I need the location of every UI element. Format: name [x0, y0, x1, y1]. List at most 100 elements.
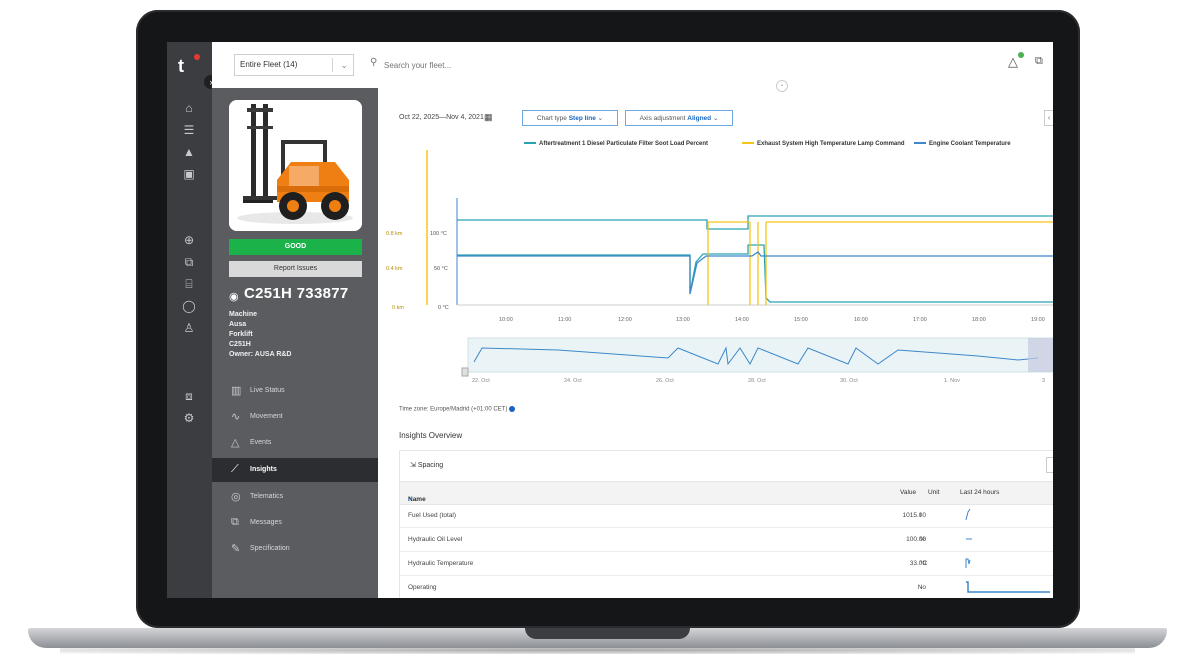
- battery-icon[interactable]: ⌸: [180, 276, 198, 292]
- fleet-select-value: Entire Fleet (14): [240, 60, 298, 69]
- spacing-toggle[interactable]: ⇲ Spacing: [410, 461, 443, 469]
- info-icon[interactable]: [509, 406, 516, 412]
- machine-meta-model: C251H: [229, 341, 251, 348]
- machine-title: C251H 733877: [244, 285, 349, 302]
- nav-item-live-status[interactable]: ▥ Live Status: [212, 379, 378, 403]
- status-badge: GOOD: [229, 239, 362, 255]
- report-issues-button[interactable]: Report Issues: [229, 261, 362, 277]
- list-icon[interactable]: ☰: [180, 122, 198, 138]
- axis-value: Aligned: [687, 115, 712, 122]
- timezone-label: Time zone: Europe/Madrid (+01:00 CET): [399, 406, 516, 413]
- chart-type-dropdown[interactable]: Chart type Step line ⌄: [522, 110, 618, 126]
- search-icon: ⚲: [370, 57, 378, 68]
- bar-chart-icon: ▥: [231, 385, 242, 397]
- nav-label: Insights: [250, 466, 277, 473]
- telemetry-chart[interactable]: 0.8 km 0.4 km 0 km 100 °C 50 °C 0 °C 10:…: [378, 150, 1053, 390]
- nav-item-events[interactable]: △ Events: [212, 431, 378, 455]
- row-name: Hydraulic Temperature: [408, 560, 474, 567]
- axis-adjustment-dropdown[interactable]: Axis adjustment Aligned ⌄: [625, 110, 733, 126]
- table-header: Name ˄ Value Unit Last 24 hours: [400, 481, 1053, 505]
- nav-label: Movement: [250, 413, 283, 420]
- x-tick: 13:00: [676, 317, 690, 323]
- chat-icon[interactable]: ⧉: [1035, 55, 1043, 68]
- x-tick: 11:00: [558, 317, 571, 323]
- card-options-button[interactable]: [1046, 457, 1053, 473]
- docs-icon[interactable]: ⧈: [180, 388, 198, 404]
- date-range[interactable]: Oct 22, 2025—Nov 4, 2021: [399, 114, 484, 121]
- search-input[interactable]: [384, 56, 644, 74]
- x-ticks: 10:00 11:00 12:00 13:00 14:00 15:00 16:0…: [499, 317, 1045, 323]
- legend-item-soot[interactable]: Aftertreatment 1 Diesel Particulate Filt…: [524, 141, 708, 147]
- chevron-down-icon: ⌄: [712, 115, 719, 122]
- alert-badge: [1018, 52, 1024, 58]
- navigator-range-handle[interactable]: [1028, 338, 1053, 372]
- y-left-tick: 0.4 km: [386, 266, 403, 272]
- forklift-image: [229, 100, 362, 231]
- legend-label: Exhaust System High Temperature Lamp Com…: [757, 141, 905, 147]
- nav-item-specification[interactable]: ✎ Specification: [212, 537, 378, 561]
- series-coolant-line[interactable]: [457, 251, 1053, 295]
- x-tick: 15:00: [794, 317, 808, 323]
- messages-icon: ⧉: [231, 516, 239, 528]
- nav-item-movement[interactable]: ∿ Movement: [212, 405, 378, 429]
- navigator-ticks: 22. Oct 24. Oct 26. Oct 28. Oct 30. Oct …: [472, 378, 1045, 384]
- line-chart-icon: ⟋: [231, 463, 239, 475]
- brand-logo-icon[interactable]: t: [178, 56, 184, 77]
- drag-handle-icon[interactable]: ⌄: [776, 80, 788, 92]
- row-name: Operating: [408, 584, 437, 591]
- table-row[interactable]: Fuel Used (total) 1015.00 l: [400, 503, 1053, 528]
- row-unit: -: [920, 584, 923, 591]
- chevron-down-icon[interactable]: ⌄: [340, 55, 348, 75]
- y-left-tick: 0.8 km: [386, 231, 403, 237]
- legend-swatch: [914, 142, 926, 145]
- row-name: Fuel Used (total): [408, 512, 457, 519]
- home-icon[interactable]: ⌂: [180, 100, 198, 116]
- axis-label: Axis adjustment: [639, 115, 686, 122]
- collapse-panel-button[interactable]: ‹: [1044, 110, 1053, 126]
- calendar-icon[interactable]: ▦: [484, 112, 493, 123]
- series-exhaust-line[interactable]: [707, 221, 1053, 305]
- table-row[interactable]: Hydraulic Oil Level 100.00 %: [400, 527, 1053, 552]
- nav-item-telematics[interactable]: ◎ Telematics: [212, 485, 378, 509]
- navigator-left-scroll[interactable]: [461, 367, 469, 377]
- table-row[interactable]: Operating No -: [400, 575, 1053, 598]
- alert-icon[interactable]: △: [1008, 54, 1018, 70]
- x-tick: 18:00: [972, 317, 986, 323]
- laptop-notch: [525, 628, 690, 639]
- y-left-tick: 0 km: [392, 305, 404, 311]
- row-unit: l: [920, 512, 922, 519]
- person-icon[interactable]: ♙: [180, 320, 198, 336]
- legend-item-exhaust[interactable]: Exhaust System High Temperature Lamp Com…: [742, 141, 905, 147]
- machine-meta-owner: Owner: AUSA R&D: [229, 351, 292, 358]
- legend-swatch: [524, 142, 536, 145]
- fleet-icon[interactable]: ⧉: [180, 254, 198, 270]
- spacing-label: Spacing: [417, 462, 444, 469]
- table-row[interactable]: Hydraulic Temperature 33.00 °C: [400, 551, 1053, 576]
- navigator-tick: 22. Oct: [472, 378, 490, 384]
- x-tick: 10:00: [499, 317, 513, 323]
- navigator-tick: 3: [1042, 378, 1045, 384]
- navigator-tick: 26. Oct: [656, 378, 674, 384]
- nav-item-messages[interactable]: ⧉ Messages: [212, 511, 378, 535]
- route-icon: ∿: [231, 411, 241, 423]
- main-content: ⌄ Oct 22, 2025—Nov 4, 2021 ▦ Chart type …: [378, 80, 1053, 598]
- col-trend-header: Last 24 hours: [960, 489, 1000, 496]
- legend-swatch: [742, 142, 754, 145]
- row-value: 1015.00: [902, 512, 927, 519]
- eye-icon[interactable]: ◉: [229, 290, 239, 303]
- settings-icon[interactable]: ⚙: [180, 410, 198, 426]
- chevron-down-icon: ⌄: [597, 115, 604, 122]
- nav-item-insights[interactable]: ⟋ Insights: [212, 458, 378, 482]
- fleet-select[interactable]: Entire Fleet (14) ⌄: [234, 54, 354, 76]
- col-unit-header[interactable]: Unit: [928, 489, 940, 496]
- sparkline: [966, 581, 1050, 593]
- nav-label: Specification: [250, 545, 290, 552]
- machine-photo: [229, 100, 362, 231]
- legend-item-coolant[interactable]: Engine Coolant Temperature: [914, 141, 1011, 147]
- col-value-header[interactable]: Value: [900, 489, 916, 496]
- machine-meta-brand: Ausa: [229, 321, 247, 328]
- pin-icon[interactable]: ◯: [180, 298, 198, 314]
- dashboard-icon[interactable]: ▣: [180, 166, 198, 182]
- machine-icon[interactable]: ▲: [180, 144, 198, 160]
- globe-icon[interactable]: ⊕: [180, 232, 198, 248]
